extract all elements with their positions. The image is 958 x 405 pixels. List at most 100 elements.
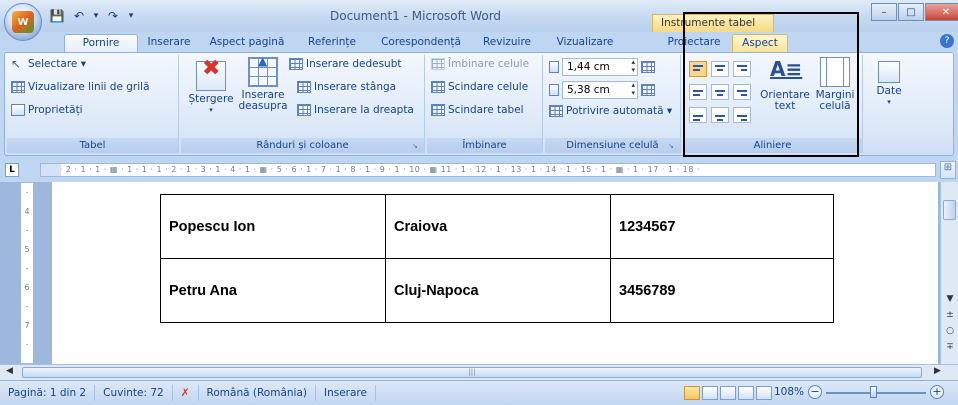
print-layout-view-icon[interactable]	[684, 386, 700, 400]
delete-label: Ștergere	[188, 93, 234, 105]
next-page-icon[interactable]: ∓	[941, 342, 958, 352]
insert-above-button[interactable]: Inserare deasupra	[235, 56, 291, 112]
full-screen-view-icon[interactable]	[702, 386, 718, 400]
view-ruler-icon[interactable]: ⊞	[940, 161, 956, 179]
properties-label: Proprietăți	[28, 104, 83, 116]
align-bottom-center-button[interactable]	[711, 107, 729, 123]
horizontal-scroll-thumb[interactable]: |||	[22, 367, 922, 378]
tab-aspect-tabel[interactable]: Aspect	[732, 34, 788, 52]
align-top-center-button[interactable]	[711, 61, 729, 77]
tab-pornire[interactable]: Pornire	[64, 34, 138, 52]
window-controls: – □ ✕	[871, 3, 958, 21]
align-center-right-button[interactable]	[733, 84, 751, 100]
row-height-input[interactable]: 1,44 cm	[562, 58, 638, 76]
undo-dropdown-icon[interactable]: ▾	[92, 7, 100, 25]
web-layout-view-icon[interactable]	[720, 386, 736, 400]
cell-margins-button[interactable]: Margini celulă	[811, 57, 859, 112]
split-table-button[interactable]: Scindare tabel	[431, 104, 524, 116]
rows-columns-launcher-icon[interactable]: ↘	[412, 142, 421, 151]
office-logo-icon: W	[12, 11, 34, 33]
table-row[interactable]: Popescu Ion Craiova 1234567	[160, 194, 834, 259]
group-tabel: ↖ Selectare ▾ Vizualizare linii de grilă…	[7, 55, 179, 153]
zoom-slider-thumb[interactable]	[870, 386, 877, 398]
zoom-level[interactable]: 108%	[774, 386, 804, 398]
redo-icon[interactable]: ↷	[104, 7, 122, 25]
select-button[interactable]: ↖ Selectare ▾	[11, 58, 86, 70]
autofit-button[interactable]: Potrivire automată ▾	[549, 105, 672, 117]
tab-proiectare[interactable]: Proiectare	[658, 34, 730, 52]
table-cell[interactable]: Popescu Ion	[160, 194, 386, 259]
insert-above-label-2: deasupra	[238, 100, 288, 112]
insert-mode-indicator[interactable]: Inserare	[316, 385, 376, 401]
insert-above-icon	[248, 56, 278, 87]
word-count[interactable]: Cuvinte: 72	[95, 385, 173, 401]
tab-vizualizare[interactable]: Vizualizare	[542, 34, 628, 52]
vertical-scroll-thumb[interactable]	[943, 200, 956, 220]
distribute-columns-icon[interactable]	[641, 84, 655, 96]
help-icon[interactable]: ?	[940, 34, 954, 48]
undo-icon[interactable]: ↶	[70, 7, 88, 25]
insert-below-button[interactable]: Inserare dedesubt	[289, 58, 401, 70]
proofing-icon[interactable]: ✗	[173, 385, 199, 401]
tab-referinte[interactable]: Referințe	[296, 34, 368, 52]
scroll-down-arrow-icon[interactable]: ▼	[941, 294, 958, 304]
tab-inserare[interactable]: Inserare	[140, 34, 198, 52]
zoom-in-icon[interactable]: +	[930, 385, 944, 399]
document-table[interactable]: Popescu Ion Craiova 1234567 Petru Ana Cl…	[160, 194, 834, 323]
zoom-out-icon[interactable]: −	[808, 385, 822, 399]
scroll-right-arrow-icon[interactable]: ▶	[934, 366, 941, 376]
delete-button[interactable]: Ștergere ▾	[188, 61, 234, 116]
close-button[interactable]: ✕	[925, 3, 958, 21]
insert-left-label: Inserare stânga	[314, 81, 397, 93]
save-icon[interactable]: 💾	[48, 7, 66, 25]
cell-size-launcher-icon[interactable]: ↘	[668, 142, 677, 151]
customize-qat-icon[interactable]: ▾	[126, 7, 136, 25]
merge-cells-button[interactable]: Îmbinare celule	[431, 58, 529, 70]
table-cell[interactable]: 3456789	[610, 258, 834, 323]
text-direction-button[interactable]: A≡ Orientare text	[759, 57, 811, 112]
outline-view-icon[interactable]	[738, 386, 754, 400]
table-cell[interactable]: 1234567	[610, 194, 834, 259]
align-top-left-button[interactable]	[689, 61, 707, 77]
table-cell[interactable]: Cluj-Napoca	[385, 258, 611, 323]
vertical-scrollbar[interactable]: ▼ ± ○ ∓	[940, 182, 958, 364]
properties-button[interactable]: Proprietăți	[11, 104, 83, 116]
table-cell[interactable]: Craiova	[385, 194, 611, 259]
insert-below-label: Inserare dedesubt	[306, 58, 402, 70]
vertical-ruler[interactable]: - 4 - 5 - 6 - 7 -	[20, 182, 34, 364]
text-direction-icon: A≡	[770, 57, 803, 81]
view-gridlines-button[interactable]: Vizualizare linii de grilă	[11, 81, 150, 93]
horizontal-scrollbar[interactable]: ◀ ||| ▶	[0, 364, 958, 380]
scroll-left-arrow-icon[interactable]: ◀	[6, 366, 13, 376]
insert-left-button[interactable]: Inserare stânga	[297, 81, 396, 93]
page-count[interactable]: Pagină: 1 din 2	[0, 385, 96, 401]
minimize-button[interactable]: –	[871, 3, 897, 21]
tab-aspect-pagina[interactable]: Aspect pagină	[200, 34, 294, 52]
align-center-button[interactable]	[711, 84, 729, 100]
insert-right-button[interactable]: Inserare la dreapta	[297, 104, 414, 116]
prev-page-icon[interactable]: ±	[941, 310, 958, 320]
tab-selector[interactable]: L	[5, 163, 19, 177]
table-row[interactable]: Petru Ana Cluj-Napoca 3456789	[160, 258, 834, 323]
distribute-rows-icon[interactable]	[641, 61, 655, 73]
align-bottom-right-button[interactable]	[733, 107, 751, 123]
maximize-button[interactable]: □	[898, 3, 924, 21]
draft-view-icon[interactable]	[756, 386, 772, 400]
split-cells-button[interactable]: Scindare celule	[431, 81, 528, 93]
tab-revizuire[interactable]: Revizuire	[474, 34, 540, 52]
document-page[interactable]: Popescu Ion Craiova 1234567 Petru Ana Cl…	[52, 182, 938, 364]
table-cell[interactable]: Petru Ana	[160, 258, 386, 323]
group-data: Date ▾	[865, 55, 913, 153]
group-label-alignment: Aliniere	[683, 138, 862, 153]
align-bottom-left-button[interactable]	[689, 107, 707, 123]
office-button[interactable]: W	[4, 3, 42, 41]
horizontal-ruler[interactable]: 1 · 2 · 1 · 1 · ▦ · 1 · 1 · 1 · 2 · 1 · …	[40, 163, 936, 177]
align-top-right-button[interactable]	[733, 61, 751, 77]
language-indicator[interactable]: Română (România)	[199, 385, 316, 401]
data-button[interactable]: Date ▾	[869, 61, 909, 108]
align-center-left-button[interactable]	[689, 84, 707, 100]
split-table-label: Scindare tabel	[448, 104, 524, 116]
browse-object-icon[interactable]: ○	[941, 326, 958, 336]
column-width-input[interactable]: 5,38 cm	[562, 81, 638, 99]
tab-corespondenta[interactable]: Corespondență	[370, 34, 472, 52]
